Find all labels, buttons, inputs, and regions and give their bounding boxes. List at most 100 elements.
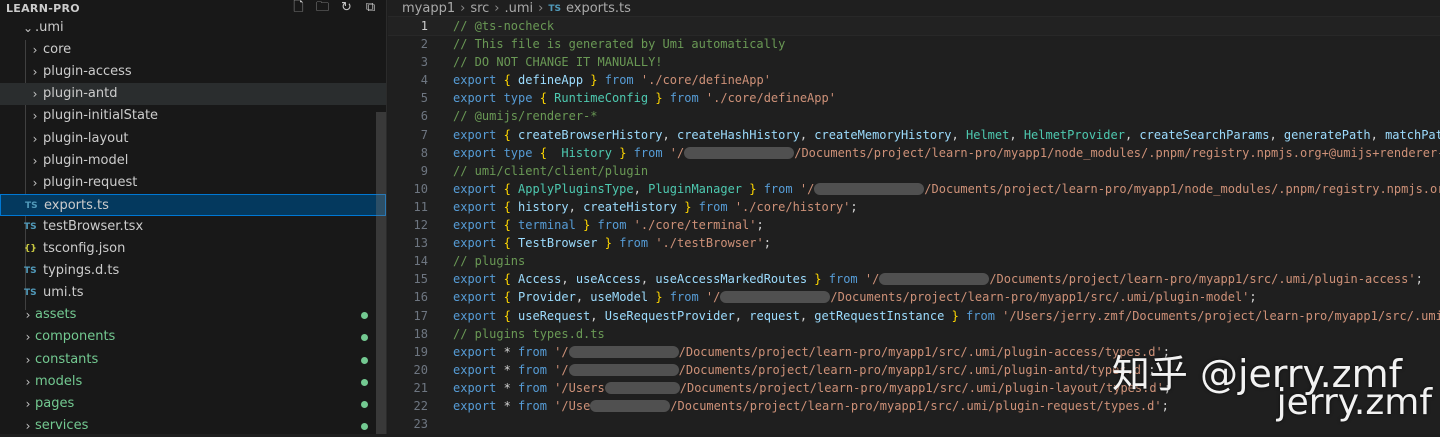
code-token: TestBrowser — [510, 236, 605, 251]
code-token: './core/terminal' — [633, 218, 757, 233]
line-number: 16 — [413, 290, 428, 305]
code-line[interactable]: 10 export { ApplyPluginsType, PluginManag… — [388, 180, 1440, 198]
code-token: /Documents/project/learn-pro/myapp1/src/… — [670, 398, 1162, 413]
code-line[interactable]: 19 export * from '/ /Documents/project/lea… — [388, 343, 1440, 361]
tree-item-assets[interactable]: › assets — [0, 304, 386, 326]
explorer-title[interactable]: LEARN-PRO — [6, 2, 80, 15]
breadcrumb-item[interactable]: .umi — [505, 1, 534, 16]
line-number: 14 — [413, 254, 428, 269]
code-token: } — [590, 73, 598, 88]
code-token: // umi/client/client/plugin — [453, 163, 649, 178]
code-token: , — [1124, 127, 1140, 142]
code-token: createHashHistory — [676, 127, 800, 142]
tree-item-constants[interactable]: › constants — [0, 349, 386, 371]
code-text: export * from '/ /Documents/project/learn… — [453, 361, 1155, 379]
code-line[interactable]: 23 — [388, 415, 1440, 433]
code-token: } — [655, 91, 663, 106]
code-token: Access — [510, 272, 562, 287]
code-token: HelmetProvider — [1023, 127, 1125, 142]
code-line[interactable]: 6 // @umijs/renderer-* — [388, 107, 1440, 125]
code-line[interactable]: 12 export { terminal } from './core/termi… — [388, 216, 1440, 234]
code-line[interactable]: 20 export * from '/ /Documents/project/lea… — [388, 361, 1440, 379]
code-line[interactable]: 15 export { Access, useAccess, useAccessM… — [388, 270, 1440, 288]
code-token: from — [510, 398, 555, 413]
tree-item-umi[interactable]: ⌄ .umi — [0, 17, 386, 39]
tree-item-pages[interactable]: › pages — [0, 393, 386, 415]
code-text: export { defineApp } from './core/define… — [453, 71, 771, 89]
code-token: export — [453, 290, 504, 305]
tree-item-label: .umi — [35, 20, 64, 35]
tree-item-plugin-initialstate[interactable]: › plugin-initialState — [0, 105, 386, 127]
code-line[interactable]: 21 export * from '/Users/Documents/projec… — [388, 379, 1440, 397]
code-line[interactable]: 16 export { Provider, useModel } from '/ /… — [388, 288, 1440, 306]
code-token: from — [590, 218, 634, 233]
code-token: export — [453, 380, 504, 395]
code-token: { — [539, 145, 547, 160]
code-token: from — [510, 380, 555, 395]
code-line[interactable]: 7 export { createBrowserHistory, createHa… — [388, 126, 1440, 144]
typescript-file-icon: TS — [24, 288, 37, 299]
code-text: // umi/client/client/plugin — [453, 162, 648, 180]
code-token: from — [821, 272, 865, 287]
code-line[interactable]: 2 // This file is generated by Umi automa… — [388, 35, 1440, 53]
tree-item-plugin-layout[interactable]: › plugin-layout — [0, 128, 386, 150]
tree-item-services[interactable]: › services — [0, 415, 386, 437]
code-line[interactable]: 4 export { defineApp } from './core/defin… — [388, 71, 1440, 89]
code-token: * — [503, 344, 511, 359]
code-line[interactable]: 17 export { useRequest, UseRequestProvide… — [388, 307, 1440, 325]
code-line[interactable]: 1 // @ts-nocheck — [388, 15, 1440, 37]
breadcrumb: myapp1 › src › .umi › TS exports.ts — [388, 0, 1440, 17]
code-line[interactable]: 3 // DO NOT CHANGE IT MANUALLY! — [388, 53, 1440, 71]
tree-item-exports-ts[interactable]: TS exports.ts — [0, 193, 386, 216]
breadcrumb-item[interactable]: src — [470, 1, 489, 16]
code-line[interactable]: 22 export * from '/Use/Documents/project/… — [388, 397, 1440, 415]
tree-item-label: umi.ts — [43, 285, 84, 301]
tree-item-plugin-access[interactable]: › plugin-access — [0, 61, 386, 83]
code-line[interactable]: 5 export type { RuntimeConfig } from './c… — [388, 89, 1440, 107]
code-line[interactable]: 13 export { TestBrowser } from './testBro… — [388, 234, 1440, 252]
tree-item-typings-d-ts[interactable]: TS typings.d.ts — [0, 260, 386, 282]
breadcrumb-file[interactable]: exports.ts — [566, 1, 631, 16]
code-token: generatePath — [1283, 127, 1371, 142]
new-folder-icon[interactable]: 🗀 — [315, 0, 330, 16]
refresh-icon[interactable]: ↻ — [339, 0, 354, 16]
chevron-right-icon: › — [32, 87, 38, 102]
collapse-all-icon[interactable]: ⧉ — [363, 0, 378, 16]
chevron-right-icon: › — [32, 153, 38, 168]
code-token: useAccess — [575, 272, 641, 287]
new-file-icon[interactable]: 🗋 — [291, 0, 306, 16]
line-number: 20 — [413, 362, 428, 377]
tree-item-testbrowser-tsx[interactable]: TS testBrowser.tsx — [0, 216, 386, 238]
tree-item-models[interactable]: › models — [0, 371, 386, 393]
code-line[interactable]: 18 // plugins types.d.ts — [388, 325, 1440, 343]
line-number: 19 — [413, 344, 428, 359]
tree-item-tsconfig-json[interactable]: {} tsconfig.json — [0, 238, 386, 260]
explorer-actions: 🗋 🗀 ↻ ⧉ — [291, 0, 378, 16]
code-token: export type — [453, 91, 540, 106]
tree-item-label: core — [43, 42, 72, 58]
code-line[interactable]: 8 export type { History } from '//Documen… — [388, 144, 1440, 162]
code-token: ; — [1249, 290, 1257, 305]
code-line[interactable]: 9 // umi/client/client/plugin — [388, 162, 1440, 180]
tree-item-plugin-model[interactable]: › plugin-model — [0, 150, 386, 172]
tree-item-plugin-antd[interactable]: › plugin-antd — [0, 83, 386, 106]
tree-item-plugin-request[interactable]: › plugin-request — [0, 172, 386, 194]
typescript-file-icon: TS — [25, 200, 38, 211]
code-token: /Documents/project/learn-pro/myapp1/src/… — [679, 380, 1164, 395]
code-area[interactable]: 1 // @ts-nocheck 2 // This file is generate… — [388, 15, 1440, 433]
code-line[interactable]: 14 // plugins — [388, 252, 1440, 270]
code-token: '/Users — [554, 380, 605, 395]
tree-item-umi-ts[interactable]: TS umi.ts — [0, 282, 386, 304]
code-token: { — [503, 218, 511, 233]
code-token: , — [799, 127, 815, 142]
explorer-scrollbar[interactable] — [376, 112, 386, 434]
tree-item-components[interactable]: › components — [0, 326, 386, 348]
git-modified-dot — [361, 312, 368, 320]
code-token: '/ — [705, 290, 721, 305]
breadcrumb-item[interactable]: myapp1 — [402, 1, 455, 16]
code-line[interactable]: 11 export { history, createHistory } from… — [388, 198, 1440, 216]
git-modified-dot — [361, 356, 368, 364]
chevron-down-icon: ⌄ — [22, 21, 34, 35]
code-token: export — [453, 127, 504, 142]
tree-item-core[interactable]: › core — [0, 39, 386, 61]
